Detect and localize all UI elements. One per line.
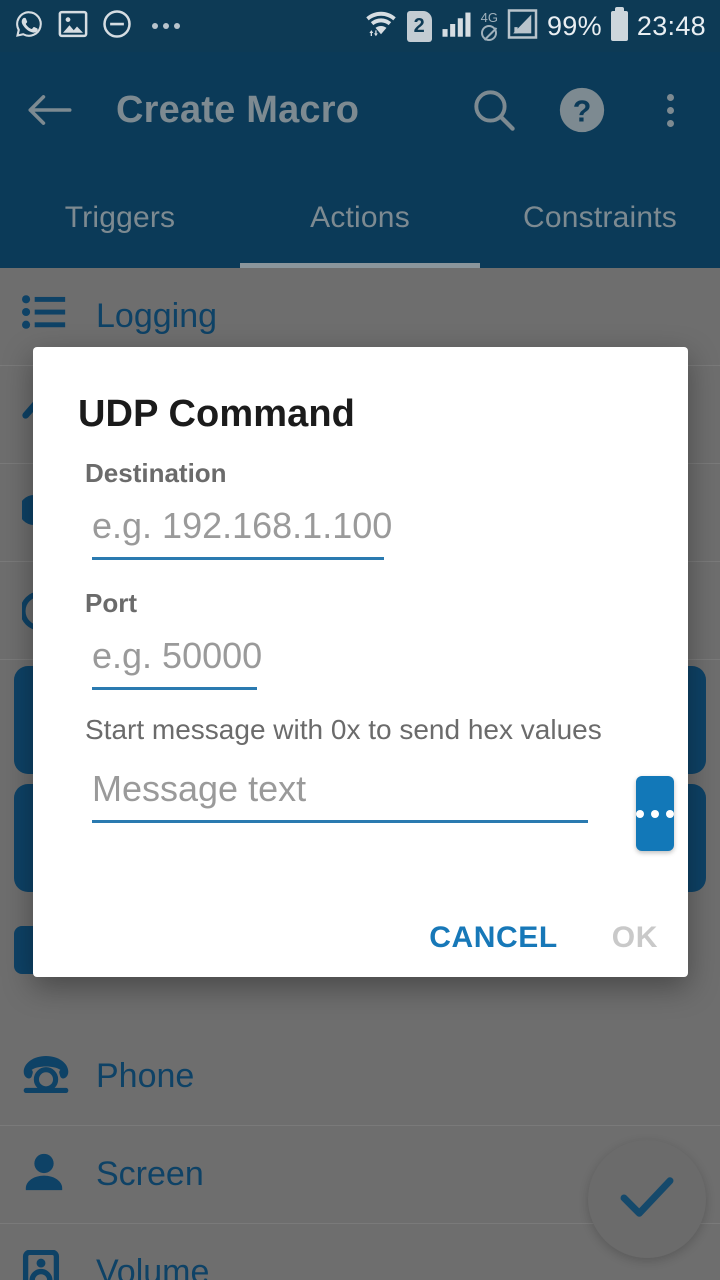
destination-input[interactable]: e.g. 192.168.1.100 [92, 489, 662, 557]
destination-underline [92, 557, 384, 560]
hex-helper-text: Start message with 0x to send hex values [85, 714, 602, 745]
destination-label: Destination [85, 458, 227, 488]
cancel-button[interactable]: CANCEL [429, 921, 558, 955]
udp-command-dialog: UDP Command Destination e.g. 192.168.1.1… [33, 347, 688, 977]
more-options-button[interactable] [636, 776, 674, 851]
port-underline [92, 687, 257, 690]
message-field[interactable]: Message text [92, 752, 588, 823]
message-underline [92, 820, 588, 823]
message-row: Message text [59, 752, 674, 851]
destination-field[interactable]: e.g. 192.168.1.100 [92, 489, 662, 560]
port-input[interactable]: e.g. 50000 [92, 619, 662, 687]
port-label: Port [85, 588, 137, 618]
ok-button[interactable]: OK [612, 921, 658, 955]
phone-screen: 2 4G 99% 23:48 Create Macro ? Triggers A… [0, 0, 720, 1280]
dialog-actions: CANCEL OK [429, 921, 658, 955]
port-field[interactable]: e.g. 50000 [92, 619, 662, 690]
dialog-title: UDP Command [78, 393, 355, 435]
message-input[interactable]: Message text [92, 752, 588, 820]
